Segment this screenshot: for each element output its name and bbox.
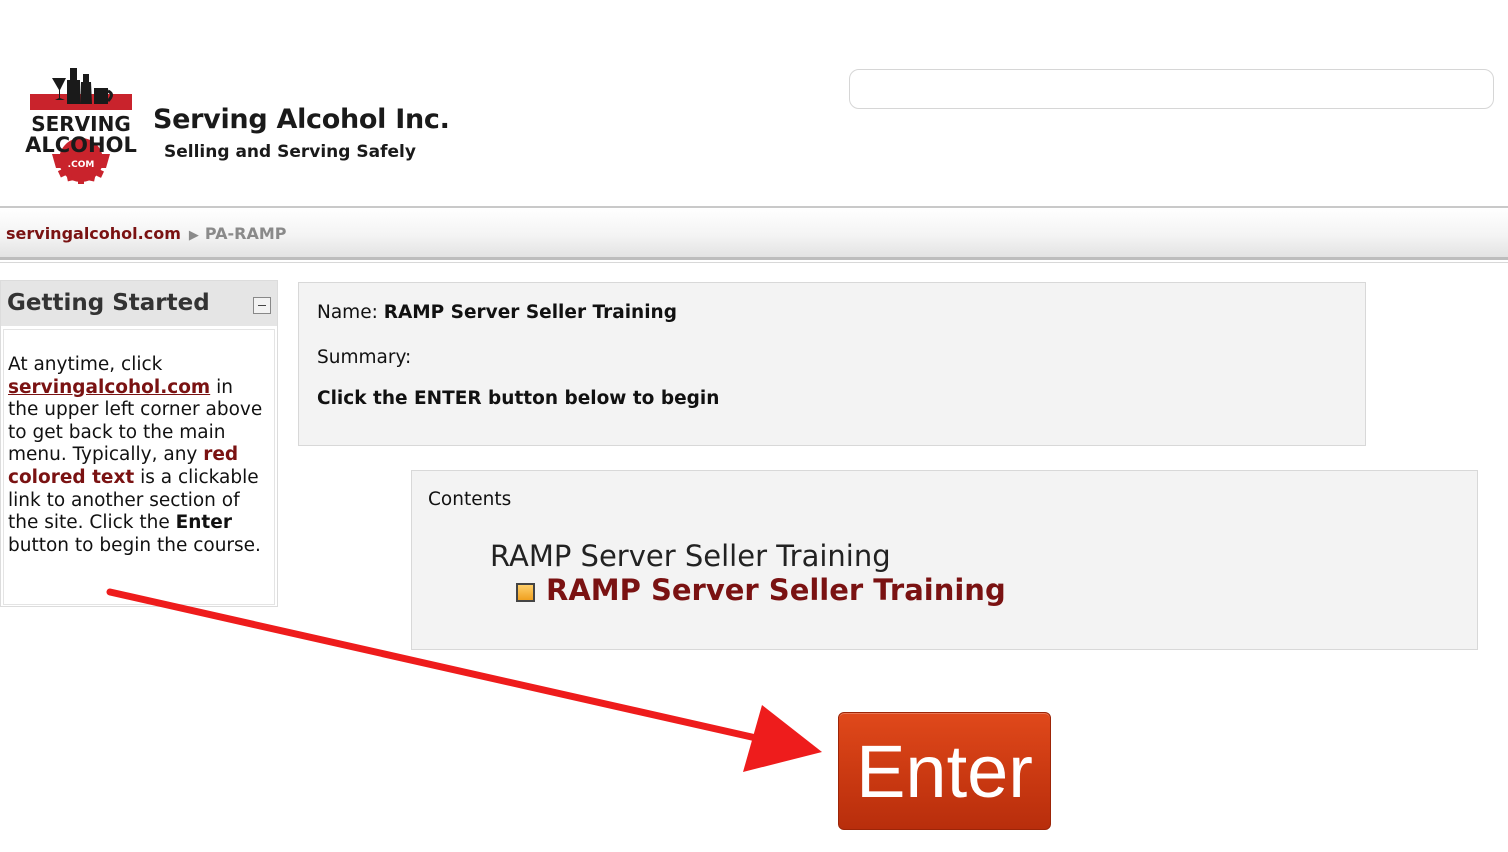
enter-button[interactable]: Enter: [838, 712, 1051, 830]
panel-header: Getting Started: [1, 281, 277, 326]
course-info-panel: Name: RAMP Server Seller Training Summar…: [298, 282, 1366, 446]
site-header: SERVING ALCOHOL .COM Serving Alcohol Inc…: [0, 0, 1508, 205]
panel-body: At anytime, click servingalcohol.com in …: [3, 329, 275, 605]
home-link[interactable]: servingalcohol.com: [8, 377, 210, 398]
brand-name: Serving Alcohol Inc.: [153, 104, 450, 135]
contents-label: Contents: [428, 489, 512, 510]
brand-tagline: Selling and Serving Safely: [164, 142, 416, 162]
instruction-text: Click the ENTER button below to begin: [317, 388, 720, 409]
course-title: RAMP Server Seller Training: [490, 539, 891, 573]
divider: [0, 262, 1508, 263]
breadcrumb: servingalcohol.com ▶ PA-RAMP: [6, 224, 287, 243]
lesson-link[interactable]: RAMP Server Seller Training: [546, 573, 1006, 607]
logo-suffix: .COM: [68, 160, 95, 170]
breadcrumb-separator-icon: ▶: [188, 228, 199, 243]
breadcrumb-bar: servingalcohol.com ▶ PA-RAMP: [0, 206, 1508, 260]
brand-block: Serving Alcohol Inc. Selling and Serving…: [153, 104, 450, 162]
course-name-row: Name: RAMP Server Seller Training: [317, 302, 677, 323]
lesson-square-icon: [516, 583, 535, 602]
search-input[interactable]: [849, 69, 1494, 109]
breadcrumb-current: PA-RAMP: [204, 224, 287, 243]
name-label: Name:: [317, 302, 378, 323]
emphasis-text: Enter: [175, 512, 232, 534]
panel-title: Getting Started: [7, 290, 210, 316]
course-name: RAMP Server Seller Training: [383, 302, 677, 323]
help-text: At anytime, click: [8, 354, 163, 375]
collapse-icon[interactable]: [253, 297, 271, 314]
logo-line2: ALCOHOL: [25, 133, 137, 157]
serving-alcohol-logo[interactable]: SERVING ALCOHOL .COM: [20, 64, 142, 188]
contents-panel: Contents RAMP Server Seller Training RAM…: [411, 470, 1478, 650]
breadcrumb-home-link[interactable]: servingalcohol.com: [6, 224, 181, 243]
getting-started-panel: Getting Started At anytime, click servin…: [0, 280, 278, 607]
summary-label: Summary:: [317, 347, 412, 368]
help-text: button to begin the course.: [8, 534, 261, 556]
